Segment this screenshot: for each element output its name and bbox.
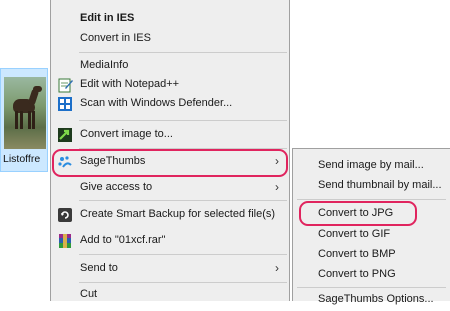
menu-separator: [79, 254, 287, 255]
submenu-item-label: Convert to GIF: [318, 228, 391, 240]
file-thumbnail: [4, 77, 46, 149]
submenu-item-convert-gif[interactable]: Convert to GIF: [293, 224, 450, 246]
menu-separator: [79, 282, 287, 283]
menu-item-convert-in-ies[interactable]: Convert in IES: [51, 28, 289, 50]
selected-file-tile[interactable]: Listoffre: [0, 68, 48, 172]
submenu-item-label: Send thumbnail by mail...: [318, 179, 442, 191]
menu-item-label: Give access to: [80, 181, 153, 193]
convert-jpg-highlight-oval: [299, 201, 417, 226]
submenu-item-label: Convert to PNG: [318, 268, 396, 280]
menu-item-label: Convert image to...: [80, 128, 173, 140]
menu-item-label: Edit with Notepad++: [80, 78, 180, 90]
menu-item-give-access[interactable]: Give access to ›: [51, 177, 289, 199]
defender-shield-icon: [57, 96, 73, 112]
menu-item-label: Convert in IES: [80, 32, 151, 44]
menu-item-label: Edit in IES: [80, 12, 135, 24]
submenu-item-convert-bmp[interactable]: Convert to BMP: [293, 244, 450, 266]
submenu-separator: [297, 287, 446, 288]
file-name-label: Listoffre: [3, 153, 41, 165]
submenu-item-label: Send image by mail...: [318, 159, 424, 171]
sagethumbs-highlight-oval: [52, 149, 288, 177]
submenu-item-sagethumbs-options[interactable]: SageThumbs Options...: [293, 289, 450, 311]
menu-item-label: Cut: [80, 288, 98, 300]
menu-item-edit-in-ies[interactable]: Edit in IES: [51, 8, 289, 30]
menu-separator: [79, 120, 287, 121]
menu-separator: [79, 200, 287, 201]
notepad-icon: [57, 77, 73, 93]
menu-item-add-to-rar[interactable]: Add to "01xcf.rar": [51, 230, 289, 252]
menu-item-label: Scan with Windows Defender...: [80, 97, 233, 109]
submenu-item-label: SageThumbs Options...: [318, 293, 434, 305]
menu-item-label: MediaInfo: [80, 59, 129, 71]
submenu-item-send-thumbnail-mail[interactable]: Send thumbnail by mail...: [293, 175, 450, 197]
menu-item-label: Add to "01xcf.rar": [80, 234, 166, 246]
submenu-separator: [297, 199, 446, 200]
menu-item-convert-image[interactable]: Convert image to...: [51, 124, 289, 146]
menu-item-label: Create Smart Backup for selected file(s): [80, 208, 276, 220]
menu-item-send-to[interactable]: Send to ›: [51, 258, 289, 280]
winrar-icon: [57, 233, 73, 249]
submenu-chevron-icon: ›: [275, 180, 279, 194]
submenu-chevron-icon: ›: [275, 261, 279, 275]
menu-item-scan-defender[interactable]: Scan with Windows Defender...: [51, 93, 289, 115]
menu-item-smart-backup[interactable]: Create Smart Backup for selected file(s): [51, 204, 289, 226]
context-menu: Edit in IES Convert in IES MediaInfo Edi…: [50, 0, 290, 301]
menu-item-cut[interactable]: Cut: [51, 284, 289, 306]
convert-arrow-icon: [57, 127, 73, 143]
submenu-item-send-image-mail[interactable]: Send image by mail...: [293, 155, 450, 177]
backup-icon: [57, 207, 73, 223]
submenu-item-label: Convert to BMP: [318, 248, 396, 260]
submenu-item-convert-png[interactable]: Convert to PNG: [293, 264, 450, 286]
menu-separator: [79, 52, 287, 53]
menu-item-label: Send to: [80, 262, 118, 274]
sagethumbs-submenu: Send image by mail... Send thumbnail by …: [292, 148, 450, 305]
